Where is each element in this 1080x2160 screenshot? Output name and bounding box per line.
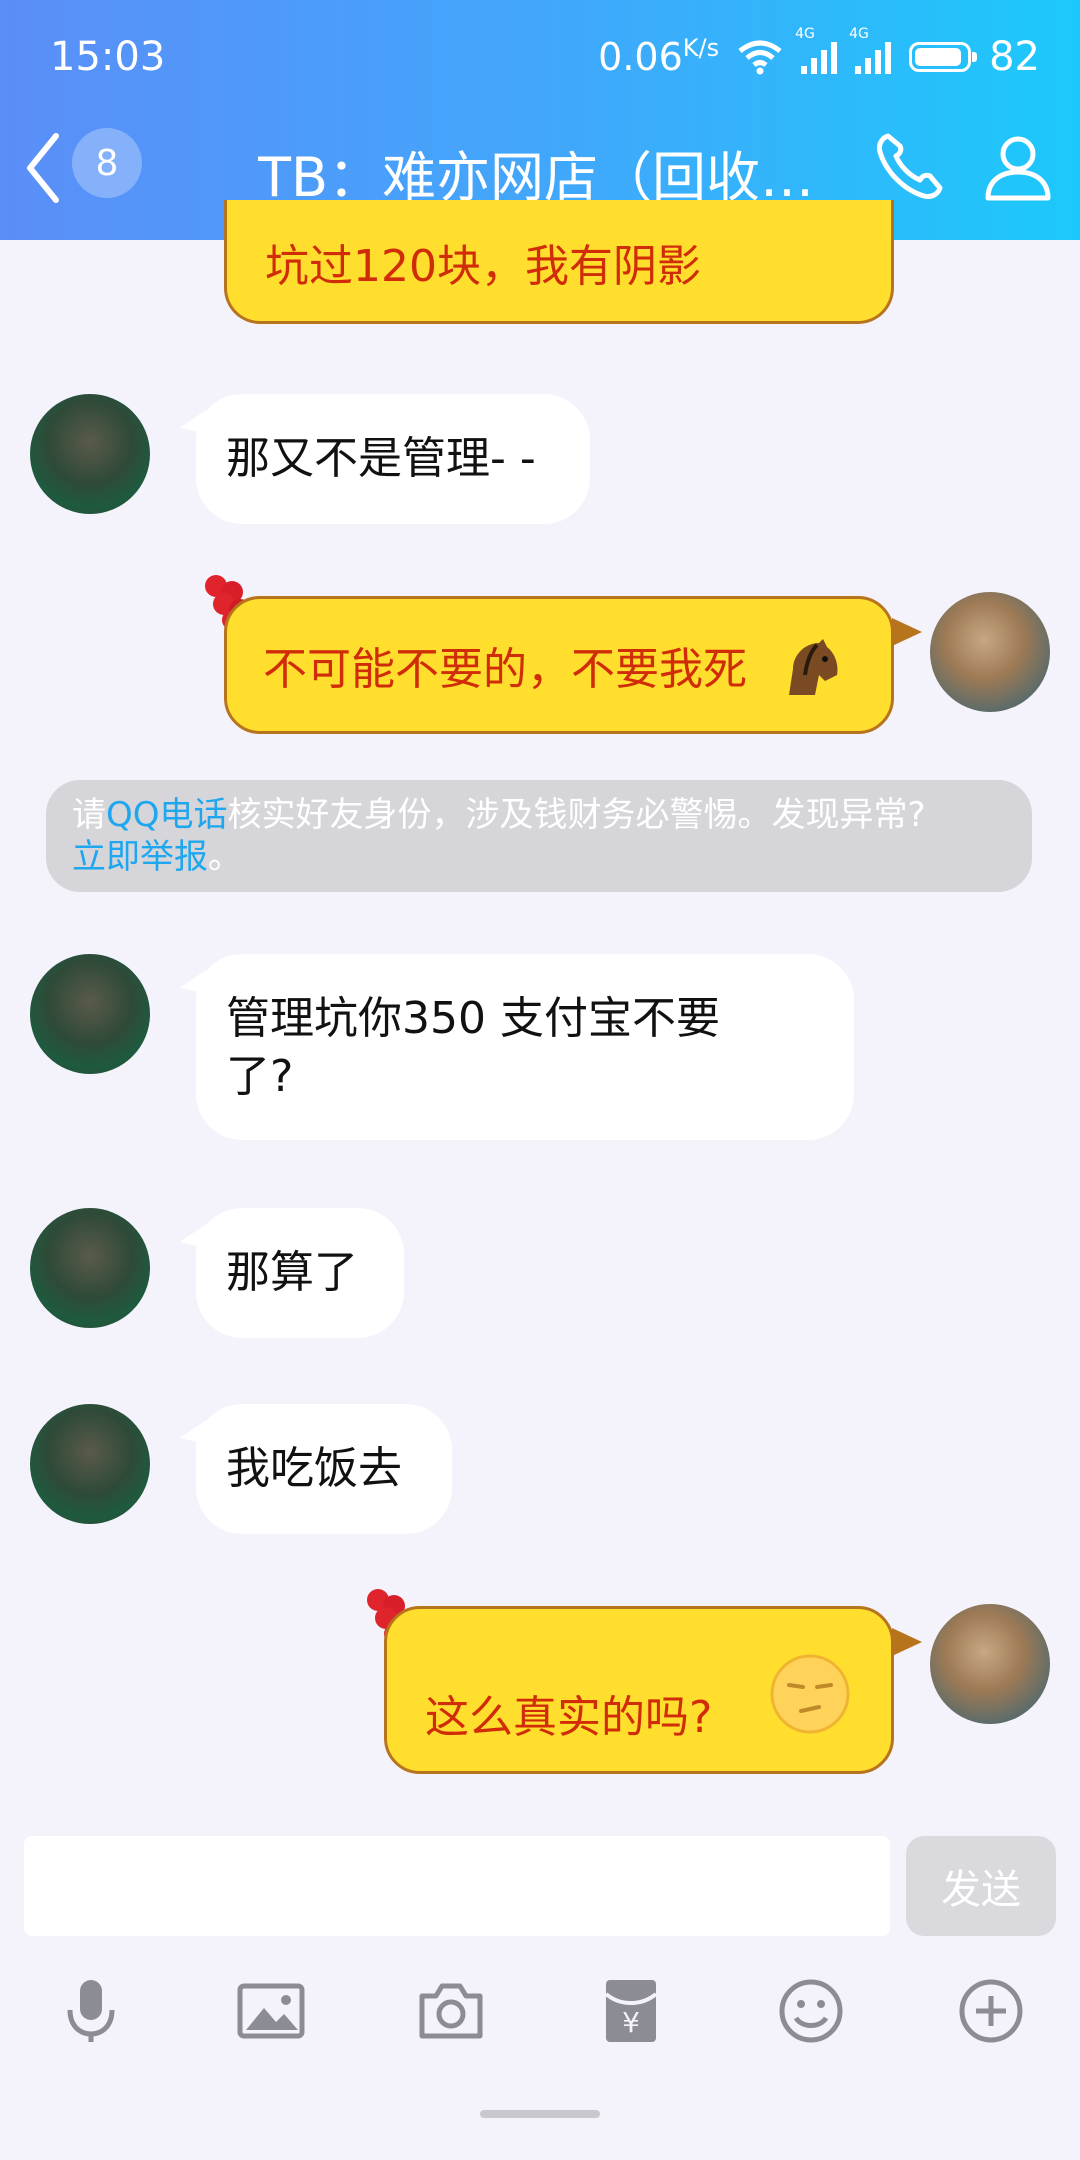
status-icons: 0.06K/s 4G 4G 82 xyxy=(598,26,1040,80)
camera-icon[interactable] xyxy=(416,1976,486,2046)
report-link[interactable]: 立即举报 xyxy=(72,837,208,877)
message-text-line: 管理坑你350 支付宝不要 xyxy=(226,993,720,1044)
status-time: 15:03 xyxy=(50,34,166,80)
notice-text: 。 xyxy=(208,837,242,877)
microphone-icon[interactable] xyxy=(56,1976,126,2046)
red-packet-icon[interactable]: ¥ xyxy=(596,1976,666,2046)
avatar[interactable] xyxy=(30,1208,150,1328)
wifi-icon xyxy=(738,40,782,75)
message-input[interactable] xyxy=(24,1836,890,1936)
avatar[interactable] xyxy=(30,1404,150,1524)
profile-icon[interactable] xyxy=(978,126,1058,206)
message-text-line: 了? xyxy=(226,1051,294,1102)
image-icon[interactable] xyxy=(236,1976,306,2046)
emoji-icon[interactable] xyxy=(776,1976,846,2046)
net-speed: 0.06K/s xyxy=(598,34,720,79)
message-bubble-received[interactable]: 那算了 xyxy=(196,1208,404,1338)
avatar[interactable] xyxy=(30,954,150,1074)
phone-icon[interactable] xyxy=(870,126,950,206)
avatar[interactable] xyxy=(30,394,150,514)
message-text: 我吃饭去 xyxy=(226,1443,402,1494)
message-bubble-received[interactable]: 我吃饭去 xyxy=(196,1404,452,1534)
unread-count-badge[interactable]: 8 xyxy=(72,128,142,198)
send-button[interactable]: 发送 xyxy=(906,1836,1056,1936)
smirk-emoji xyxy=(770,1654,850,1734)
message-text: 那算了 xyxy=(226,1247,358,1298)
svg-text:¥: ¥ xyxy=(622,2006,640,2039)
avatar[interactable] xyxy=(930,1604,1050,1724)
bubble-tail xyxy=(892,618,922,646)
signal-2: 4G xyxy=(849,26,892,74)
signal-1: 4G xyxy=(795,26,838,74)
home-indicator[interactable] xyxy=(480,2110,600,2118)
message-bubble-sent[interactable]: 这么真实的吗? xyxy=(384,1606,894,1774)
battery-level: 82 xyxy=(989,34,1040,80)
avatar[interactable] xyxy=(930,592,1050,712)
back-arrow-icon[interactable] xyxy=(18,128,68,208)
message-text: 那又不是管理- - xyxy=(226,433,536,484)
message-text: 坑过120块，我有阴影 xyxy=(265,241,701,292)
security-notice: 请QQ电话核实好友身份，涉及钱财务必警惕。发现异常? 立即举报。 xyxy=(46,780,1032,892)
message-bubble-received[interactable]: 那又不是管理- - xyxy=(196,394,590,524)
signal-icon xyxy=(801,40,838,74)
notice-text: 请 xyxy=(72,795,106,835)
message-text: 不可能不要的，不要我死 xyxy=(263,644,747,695)
plus-icon[interactable] xyxy=(956,1976,1026,2046)
message-bubble-sent[interactable]: 不可能不要的，不要我死 xyxy=(224,596,894,734)
message-bubble-received[interactable]: 管理坑你350 支付宝不要 了? xyxy=(196,954,854,1140)
message-bubble-sent[interactable]: 坑过120块，我有阴影 xyxy=(224,200,894,324)
signal-icon xyxy=(855,40,892,74)
message-text: 这么真实的吗? xyxy=(425,1692,713,1743)
qq-call-link[interactable]: QQ电话 xyxy=(106,795,228,835)
notice-text: 核实好友身份，涉及钱财务必警惕。发现异常? xyxy=(227,795,926,835)
battery-icon xyxy=(909,42,978,72)
bubble-tail xyxy=(892,1628,922,1656)
horse-emoji xyxy=(789,639,838,695)
